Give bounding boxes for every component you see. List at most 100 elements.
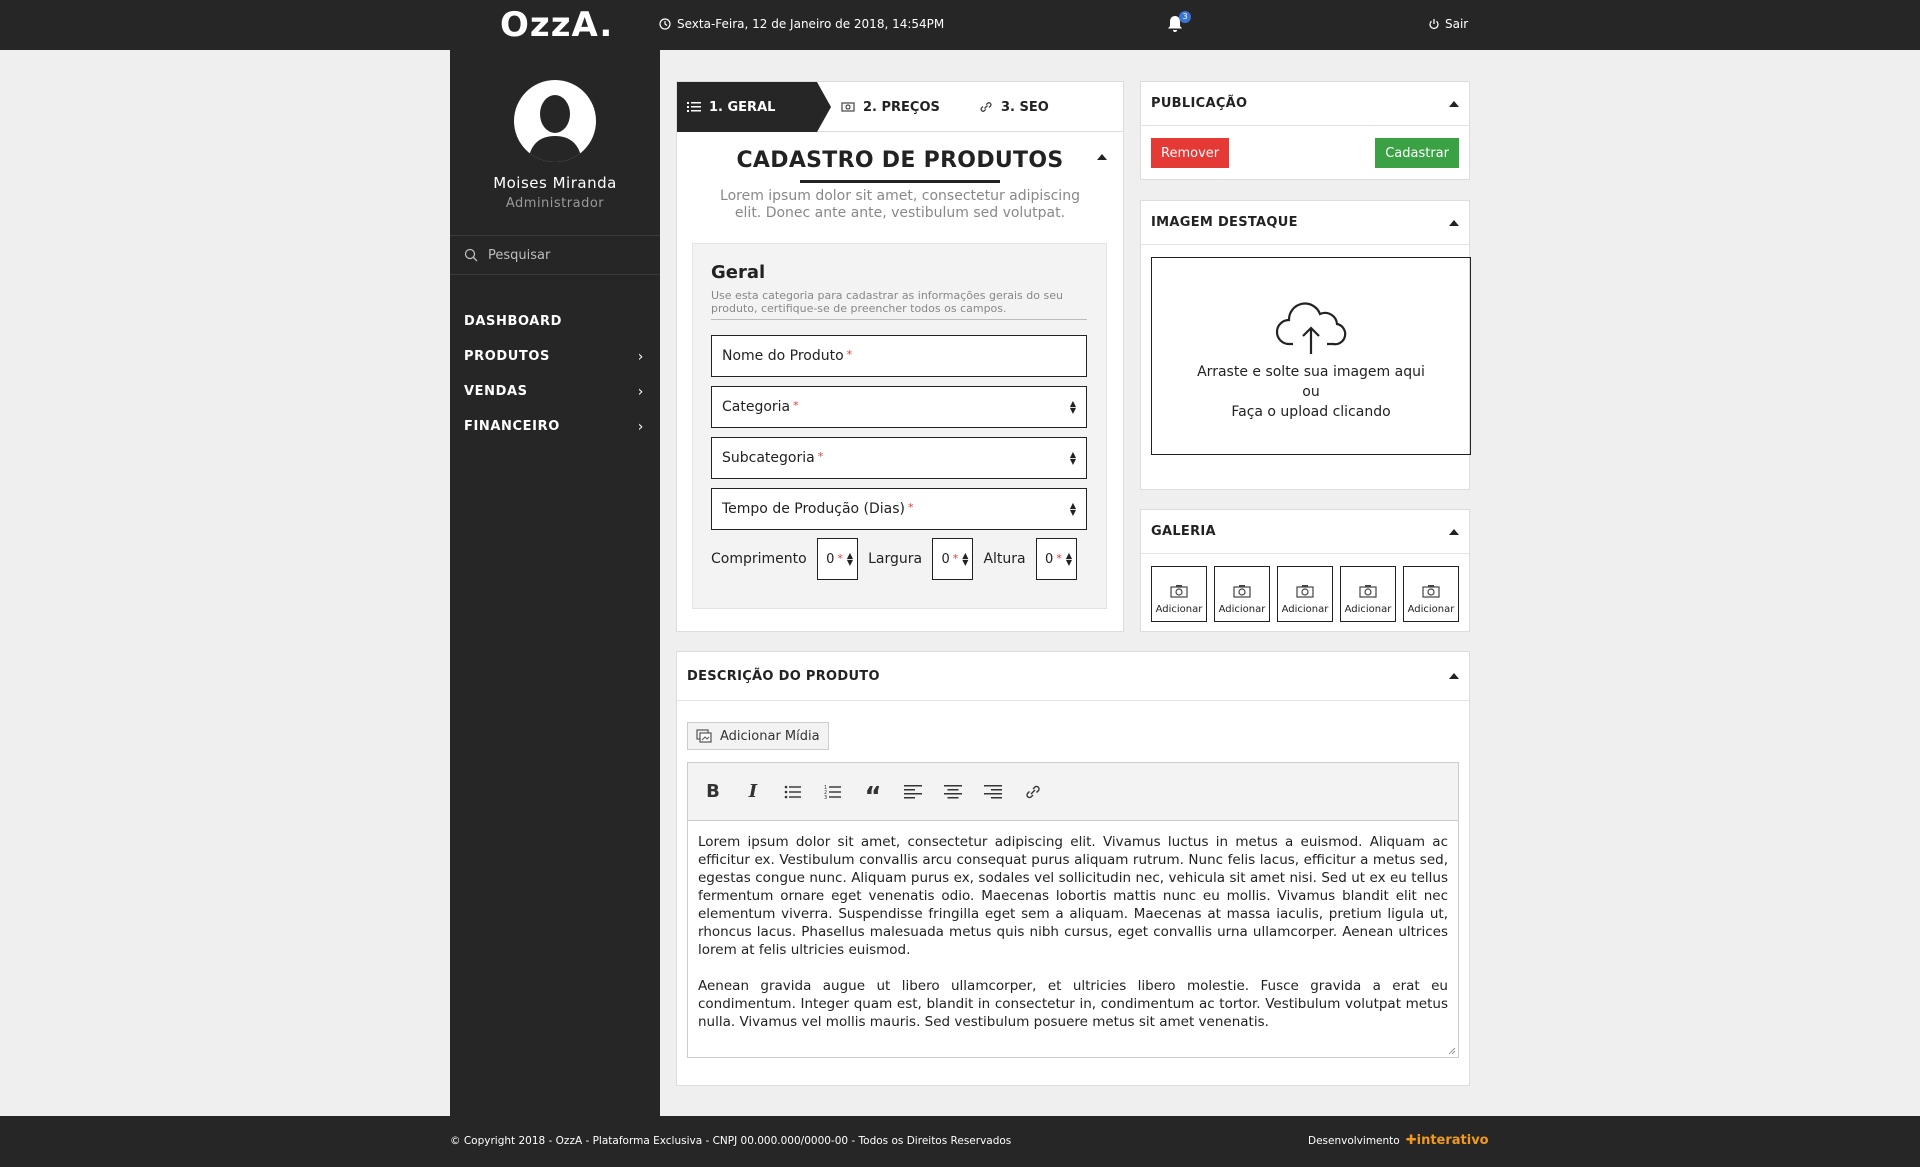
drop-instructions: Arraste e solte sua imagem aqui ou Faça … xyxy=(1197,364,1425,420)
tab-precos[interactable]: 2. PREÇOS xyxy=(841,82,940,132)
collapse-caret-icon[interactable] xyxy=(1449,219,1459,226)
search-icon xyxy=(464,248,478,262)
width-stepper[interactable]: 0 * ▲ ▼ xyxy=(932,538,974,580)
tab-label: 2. PREÇOS xyxy=(863,99,940,115)
svg-text:3: 3 xyxy=(824,795,827,800)
bullet-list-icon[interactable] xyxy=(780,779,806,805)
tab-label: 1. GERAL xyxy=(709,99,776,115)
sidebar-item-dashboard[interactable]: DASHBOARD xyxy=(450,304,660,339)
collapse-caret-icon[interactable] xyxy=(1449,673,1459,679)
sidebar-item-vendas[interactable]: VENDAS › xyxy=(450,374,660,409)
add-media-button[interactable]: Adicionar Mídia xyxy=(687,722,829,750)
stepper-arrows-icon: ▲ ▼ xyxy=(846,551,854,567)
image-drop-zone[interactable]: Arraste e solte sua imagem aqui ou Faça … xyxy=(1151,257,1471,455)
logout-button[interactable]: Sair xyxy=(1428,17,1468,31)
collapse-caret-icon[interactable] xyxy=(1449,528,1459,535)
dimensions-row: Comprimento 0 * ▲ ▼ Largura 0 * ▲ ▼ Altura 0… xyxy=(711,538,1087,580)
developer-credit[interactable]: Desenvolvimento ✚interativo xyxy=(1308,1133,1489,1148)
field-label: Nome do Produto * xyxy=(722,348,853,364)
chevron-right-icon: › xyxy=(637,348,644,365)
card-header: PUBLICAÇÃO xyxy=(1141,82,1469,126)
sidebar-item-label: DASHBOARD xyxy=(464,314,562,329)
paragraph: Lorem ipsum dolor sit amet, consectetur … xyxy=(698,834,1448,958)
card-header: GALERIA xyxy=(1141,510,1469,554)
tab-seo[interactable]: 3. SEO xyxy=(979,82,1049,132)
user-silhouette-icon xyxy=(528,95,582,162)
list-icon xyxy=(687,102,701,112)
tab-geral[interactable]: 1. GERAL xyxy=(677,82,831,132)
footer: © Copyright 2018 - OzzA - Plataforma Exc… xyxy=(0,1116,1920,1167)
section-title: Geral xyxy=(711,262,766,283)
subcategory-select[interactable]: Subcategoria * ▲ ▼ xyxy=(711,437,1087,479)
developer-logo: ✚interativo xyxy=(1405,1133,1489,1148)
resize-handle-icon[interactable] xyxy=(1446,1045,1456,1055)
link-icon[interactable] xyxy=(1020,779,1046,805)
camera-icon xyxy=(1422,585,1440,598)
gallery-add-button[interactable]: Adicionar xyxy=(1403,566,1459,622)
user-role: Administrador xyxy=(505,196,605,211)
select-arrows-icon: ▲ ▼ xyxy=(1069,501,1076,517)
field-label: Tempo de Produção (Dias) * xyxy=(722,501,914,517)
datetime-display: Sexta-Feira, 12 de Janeiro de 2018, 14:5… xyxy=(659,17,944,31)
clock-icon xyxy=(659,18,671,30)
align-right-icon[interactable] xyxy=(980,779,1006,805)
length-stepper[interactable]: 0 * ▲ ▼ xyxy=(816,538,859,580)
chevron-right-icon: › xyxy=(637,418,644,435)
production-time-select[interactable]: Tempo de Produção (Dias) * ▲ ▼ xyxy=(711,488,1087,530)
align-center-icon[interactable] xyxy=(940,779,966,805)
chevron-right-icon: › xyxy=(637,383,644,400)
notifications-button[interactable]: 3 xyxy=(1165,11,1191,36)
top-bar: OzzA. Sexta-Feira, 12 de Janeiro de 2018… xyxy=(0,0,1920,50)
geral-section: Geral Use esta categoria para cadastrar … xyxy=(692,243,1107,609)
gallery-add-button[interactable]: Adicionar xyxy=(1214,566,1270,622)
product-form-card: 1. GERAL 2. PREÇOS 3. SEO CADASTRO DE PR… xyxy=(676,81,1124,632)
submit-button[interactable]: Cadastrar xyxy=(1375,138,1459,168)
featured-image-card: IMAGEM DESTAQUE Arraste e solte sua imag… xyxy=(1140,200,1471,490)
editor-content[interactable]: Lorem ipsum dolor sit amet, consectetur … xyxy=(688,821,1458,1043)
card-title: GALERIA xyxy=(1151,524,1216,539)
collapse-caret-icon[interactable] xyxy=(1449,100,1459,107)
title-underline xyxy=(800,180,1000,183)
sidebar-item-produtos[interactable]: PRODUTOS › xyxy=(450,339,660,374)
avatar[interactable] xyxy=(514,80,596,162)
rich-text-editor[interactable]: B I 123 “ Lorem ipsum dolor sit amet, co… xyxy=(687,762,1459,1058)
sidebar-item-financeiro[interactable]: FINANCEIRO › xyxy=(450,409,660,444)
category-select[interactable]: Categoria * ▲ ▼ xyxy=(711,386,1087,428)
product-name-field[interactable]: Nome do Produto * xyxy=(711,335,1087,377)
tab-label: 3. SEO xyxy=(1001,99,1049,115)
gallery-add-button[interactable]: Adicionar xyxy=(1277,566,1333,622)
gallery-add-button[interactable]: Adicionar xyxy=(1340,566,1396,622)
app-logo[interactable]: OzzA. xyxy=(500,5,613,45)
numbered-list-icon[interactable]: 123 xyxy=(820,779,846,805)
plus-icon: ✚ xyxy=(1405,1133,1417,1148)
field-label: Categoria * xyxy=(722,399,799,415)
height-stepper[interactable]: 0 * ▲ ▼ xyxy=(1035,538,1077,580)
power-icon xyxy=(1429,19,1439,30)
publication-card: PUBLICAÇÃO Remover Cadastrar xyxy=(1140,81,1470,180)
sidebar-nav: DASHBOARD PRODUTOS › VENDAS › FINANCEIRO… xyxy=(450,304,660,444)
remove-button[interactable]: Remover xyxy=(1151,138,1230,168)
height-label: Altura xyxy=(983,551,1026,567)
paragraph: Aenean gravida augue ut libero ullamcorp… xyxy=(698,978,1448,1030)
align-left-icon[interactable] xyxy=(900,779,926,805)
dev-label: Desenvolvimento xyxy=(1308,1134,1400,1147)
stepper-arrows-icon: ▲ ▼ xyxy=(962,551,969,567)
stepper-arrows-icon: ▲ ▼ xyxy=(1065,551,1072,567)
add-media-label: Adicionar Mídia xyxy=(720,728,820,744)
camera-icon xyxy=(1296,585,1314,598)
select-arrows-icon: ▲ ▼ xyxy=(1069,450,1076,466)
sidebar-item-label: VENDAS xyxy=(464,384,528,399)
sidebar-search[interactable]: Pesquisar xyxy=(450,235,660,275)
collapse-caret-icon[interactable] xyxy=(1097,154,1107,160)
sidebar-item-label: PRODUTOS xyxy=(464,349,551,364)
italic-icon[interactable]: I xyxy=(740,779,766,805)
logout-label: Sair xyxy=(1445,17,1469,31)
bold-icon[interactable]: B xyxy=(700,779,726,805)
datetime-text: Sexta-Feira, 12 de Janeiro de 2018, 14:5… xyxy=(677,17,945,31)
quote-icon[interactable]: “ xyxy=(860,779,886,810)
card-header: IMAGEM DESTAQUE xyxy=(1141,201,1469,245)
cloud-upload-icon xyxy=(1275,302,1347,354)
camera-icon xyxy=(1359,585,1377,598)
camera-icon xyxy=(1170,585,1188,598)
gallery-add-button[interactable]: Adicionar xyxy=(1151,566,1207,622)
